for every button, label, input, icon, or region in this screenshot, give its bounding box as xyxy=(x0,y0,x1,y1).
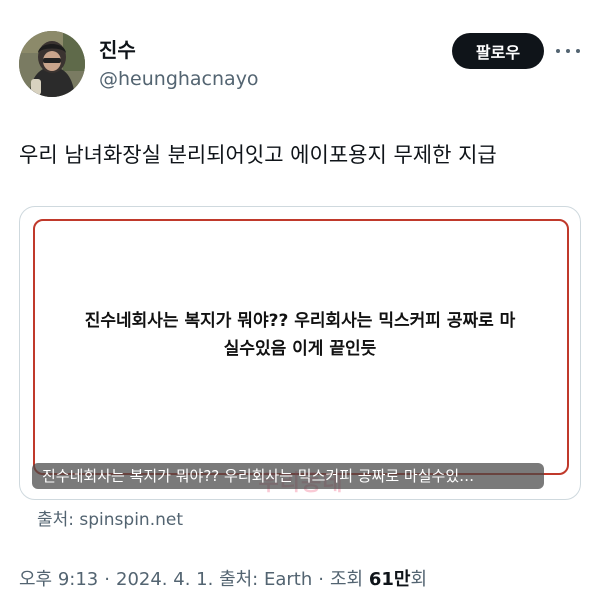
author-name[interactable]: 진수 xyxy=(99,38,136,62)
follow-button[interactable]: 팔로우 xyxy=(452,33,544,69)
tweet-date[interactable]: 2024. 4. 1. xyxy=(116,569,213,590)
views-label: 조회 xyxy=(329,569,364,590)
card-image-text: 진수네회사는 복지가 뭐야?? 우리회사는 믹스커피 공짜로 마 실수있음 이게… xyxy=(60,307,540,363)
card-caption[interactable]: 진수네회사는 복지가 뭐야?? 우리회사는 믹스커피 공짜로 마실수있… xyxy=(32,463,544,489)
avatar[interactable] xyxy=(19,31,85,97)
card-image-text-line2: 실수있음 이게 끝인듯 xyxy=(223,339,377,359)
tweet-time[interactable]: 오후 9:13 xyxy=(19,569,98,590)
link-card[interactable]: 진수네회사는 복지가 뭐야?? 우리회사는 믹스커피 공짜로 마 실수있음 이게… xyxy=(19,206,581,500)
author-handle[interactable]: @heunghacnayo xyxy=(99,67,259,91)
meta-separator: · xyxy=(104,569,110,590)
tweet-meta: 오후 9:13 · 2024. 4. 1. 출처: Earth · 조회 61만회 xyxy=(19,568,427,592)
views-count: 61만 xyxy=(368,569,411,590)
views-suffix: 회 xyxy=(410,569,428,590)
tweet-text: 우리 남녀화장실 분리되어잇고 에이포용지 무제한 지급 xyxy=(19,143,497,167)
more-horizontal-icon[interactable] xyxy=(556,41,580,61)
card-source[interactable]: 출처: spinspin.net xyxy=(37,509,183,531)
card-image-text-line1: 진수네회사는 복지가 뭐야?? 우리회사는 믹스커피 공짜로 마 xyxy=(84,311,516,331)
tweet-location: 출처: Earth xyxy=(219,569,313,590)
meta-separator: · xyxy=(318,569,324,590)
profile-photo xyxy=(19,31,85,97)
